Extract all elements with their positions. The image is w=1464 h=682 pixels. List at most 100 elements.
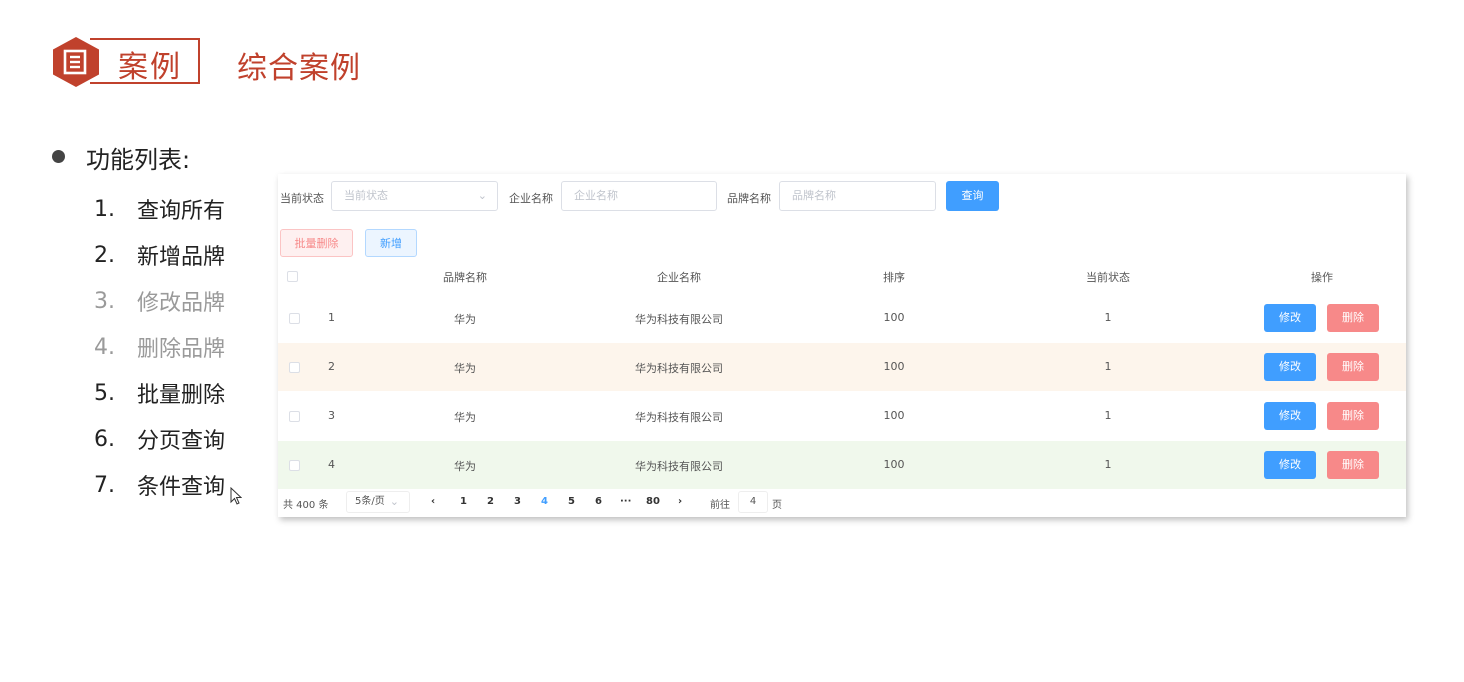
feature-number: 2. — [94, 242, 115, 268]
prev-page-button[interactable]: ‹ — [431, 496, 435, 507]
next-page-button[interactable]: › — [678, 496, 682, 507]
delete-button[interactable]: 删除 — [1327, 402, 1379, 430]
feature-item: 6. 分页查询 — [94, 416, 225, 462]
cell-company: 华为科技有限公司 — [635, 411, 723, 424]
row-checkbox[interactable] — [289, 411, 300, 422]
feature-number: 5. — [94, 380, 115, 406]
delete-button[interactable]: 删除 — [1327, 304, 1379, 332]
page-number[interactable]: 2 — [487, 496, 494, 507]
page-number[interactable]: 80 — [646, 496, 660, 507]
company-placeholder: 企业名称 — [574, 189, 618, 202]
cell-company: 华为科技有限公司 — [635, 313, 723, 326]
table-row: 2 华为 华为科技有限公司 100 1 修改 删除 — [278, 343, 1406, 391]
feature-number: 3. — [94, 288, 115, 314]
mouse-cursor-icon — [230, 487, 242, 505]
cell-brand: 华为 — [454, 411, 476, 424]
feature-item: 4. 删除品牌 — [94, 324, 225, 370]
edit-button[interactable]: 修改 — [1264, 451, 1316, 479]
badge-label: 案例 — [118, 50, 182, 85]
brand-input[interactable]: 品牌名称 — [779, 181, 936, 211]
page-number[interactable]: 6 — [595, 496, 602, 507]
brand-placeholder: 品牌名称 — [792, 189, 836, 202]
chevron-down-icon: ⌄ — [477, 189, 487, 202]
feature-number: 6. — [94, 426, 115, 452]
status-select[interactable]: 当前状态 ⌄ — [331, 181, 498, 211]
page-number[interactable]: 3 — [514, 496, 521, 507]
edit-button[interactable]: 修改 — [1264, 304, 1316, 332]
page-ellipsis[interactable]: ··· — [620, 496, 631, 507]
query-button[interactable]: 查询 — [946, 181, 999, 211]
table-row: 4 华为 华为科技有限公司 100 1 修改 删除 — [278, 441, 1406, 489]
cell-order: 100 — [883, 458, 905, 471]
edit-button[interactable]: 修改 — [1264, 353, 1316, 381]
feature-number: 4. — [94, 334, 115, 360]
row-index: 4 — [328, 458, 335, 471]
header-actions: 操作 — [1311, 271, 1333, 284]
header-status: 当前状态 — [1086, 271, 1130, 284]
feature-label: 查询所有 — [137, 199, 226, 224]
goto-label: 前往 — [710, 500, 730, 511]
feature-label: 条件查询 — [137, 475, 226, 500]
table-row: 1 华为 华为科技有限公司 100 1 修改 删除 — [278, 294, 1406, 342]
page-number[interactable]: 4 — [541, 496, 548, 507]
status-placeholder: 当前状态 — [344, 189, 388, 202]
select-all-checkbox[interactable] — [287, 271, 298, 282]
cell-company: 华为科技有限公司 — [635, 362, 723, 375]
status-label: 当前状态 — [280, 192, 324, 205]
feature-item: 7. 条件查询 — [94, 462, 225, 508]
company-input[interactable]: 企业名称 — [561, 181, 717, 211]
cell-status: 1 — [1104, 409, 1112, 422]
company-label: 企业名称 — [509, 192, 553, 205]
delete-button[interactable]: 删除 — [1327, 451, 1379, 479]
row-checkbox[interactable] — [289, 460, 300, 471]
delete-button[interactable]: 删除 — [1327, 353, 1379, 381]
bullet-dot — [52, 150, 65, 163]
batch-delete-button[interactable]: 批量删除 — [280, 229, 353, 257]
table-row: 3 华为 华为科技有限公司 100 1 修改 删除 — [278, 392, 1406, 440]
feature-item: 3. 修改品牌 — [94, 278, 225, 324]
add-button[interactable]: 新增 — [365, 229, 417, 257]
slide-badge: 案例 — [50, 36, 202, 88]
row-index: 1 — [328, 311, 335, 324]
cell-brand: 华为 — [454, 362, 476, 375]
slide-title: 综合案例 — [237, 51, 361, 86]
brand-label: 品牌名称 — [727, 192, 771, 205]
row-checkbox[interactable] — [289, 362, 300, 373]
row-index: 2 — [328, 360, 335, 373]
cell-brand: 华为 — [454, 313, 476, 326]
feature-list: 1. 查询所有 2. 新增品牌 3. 修改品牌 4. 删除品牌 5. 批量删除 6. 分页查询 7. 条件… — [94, 186, 225, 508]
page-size-select[interactable]: 5条/页 ⌄ — [346, 491, 410, 513]
feature-number: 1. — [94, 196, 115, 222]
edit-button[interactable]: 修改 — [1264, 402, 1316, 430]
feature-item: 2. 新增品牌 — [94, 232, 225, 278]
cell-status: 1 — [1104, 458, 1112, 471]
pagination-total: 共 400 条 — [283, 500, 329, 511]
cell-order: 100 — [883, 311, 905, 324]
page-size-value: 5条/页 — [355, 496, 385, 507]
cell-company: 华为科技有限公司 — [635, 460, 723, 473]
page-number[interactable]: 5 — [568, 496, 575, 507]
page-number[interactable]: 1 — [460, 496, 467, 507]
pagination: 共 400 条 5条/页 ⌄ ‹ 1 2 3 4 5 6 ··· 80 › 前往 4 页 — [278, 491, 1406, 513]
feature-label: 批量删除 — [137, 383, 226, 408]
cell-status: 1 — [1104, 360, 1112, 373]
feature-list-heading: 功能列表: — [86, 146, 191, 174]
feature-label: 分页查询 — [137, 429, 226, 454]
cell-brand: 华为 — [454, 460, 476, 473]
cell-status: 1 — [1104, 311, 1112, 324]
page-suffix: 页 — [772, 500, 782, 511]
row-checkbox[interactable] — [289, 313, 300, 324]
row-index: 3 — [328, 409, 335, 422]
table-header: 品牌名称 企业名称 排序 当前状态 操作 — [278, 266, 1406, 288]
header-order: 排序 — [883, 271, 905, 284]
cell-order: 100 — [883, 360, 905, 373]
feature-label: 删除品牌 — [137, 337, 226, 362]
feature-item: 1. 查询所有 — [94, 186, 225, 232]
search-form: 当前状态 当前状态 ⌄ 企业名称 企业名称 品牌名称 品牌名称 查询 — [278, 181, 1406, 213]
header-company: 企业名称 — [657, 271, 701, 284]
feature-item: 5. 批量删除 — [94, 370, 225, 416]
goto-page-input[interactable]: 4 — [738, 491, 768, 513]
feature-label: 新增品牌 — [137, 245, 226, 270]
cell-order: 100 — [883, 409, 905, 422]
feature-number: 7. — [94, 472, 115, 498]
